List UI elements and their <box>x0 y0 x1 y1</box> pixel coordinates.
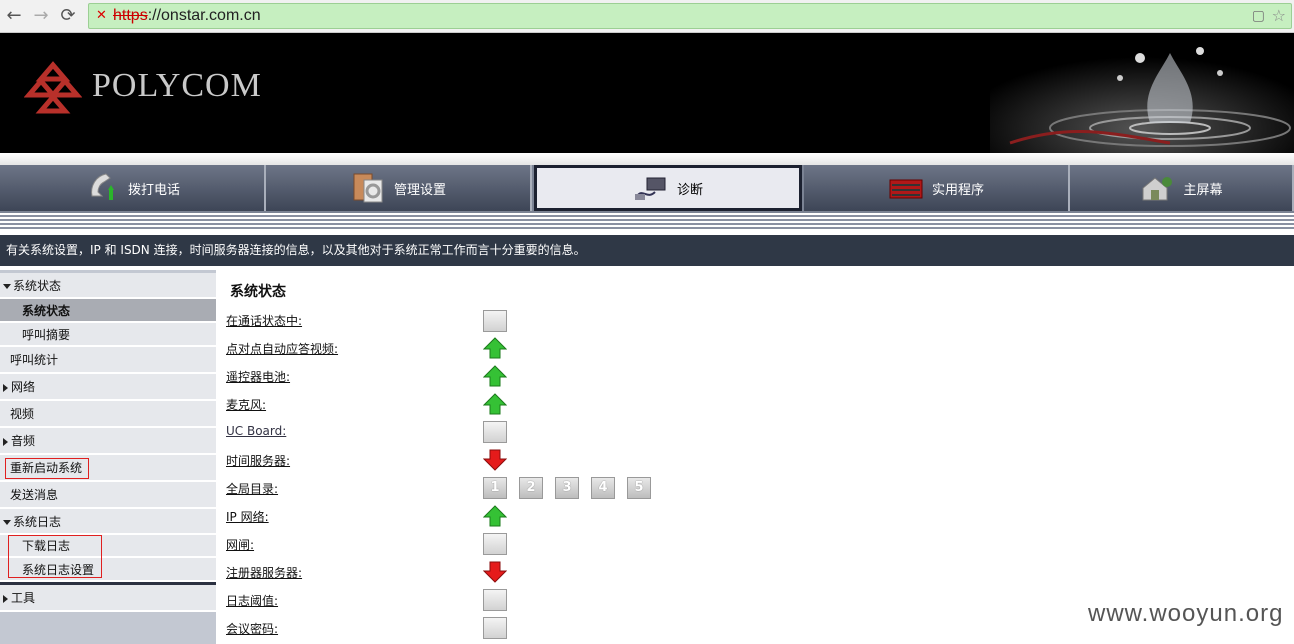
directory-server-3: 3 <box>555 477 579 499</box>
collapsed-arrow-icon <box>3 383 8 392</box>
collapsed-arrow-icon <box>3 437 8 446</box>
tab-utilities[interactable]: 实用程序 <box>804 165 1070 211</box>
tab-label: 拨打电话 <box>127 182 180 198</box>
sidebar-group-system-log[interactable]: 系统日志 <box>0 509 216 535</box>
tab-place-call[interactable]: 拨打电话 <box>0 165 266 211</box>
main-content <box>216 270 1294 644</box>
banner-divider <box>0 153 1294 165</box>
sidebar-item-label: 呼叫摘要 <box>22 328 71 342</box>
url-text[interactable]: https://onstar.com.cn <box>113 7 261 25</box>
tab-label: 诊断 <box>676 182 703 198</box>
sidebar-item-call-statistics[interactable]: 呼叫统计 <box>0 347 216 374</box>
tab-label: 管理设置 <box>393 182 446 198</box>
status-label-uc-board[interactable]: UC Board: <box>226 424 286 438</box>
directory-server-5: 5 <box>627 477 651 499</box>
utilities-icon <box>889 179 923 199</box>
status-label-registrar[interactable]: 注册器服务器: <box>226 564 302 581</box>
sidebar-group-system-status[interactable]: 系统状态 <box>0 273 216 299</box>
sidebar-item-label: 网络 <box>11 380 36 394</box>
phone-icon <box>91 173 114 200</box>
sidebar-item-call-summary[interactable]: 呼叫摘要 <box>0 323 216 347</box>
sidebar-item-label: 系统状态 <box>13 279 62 293</box>
banner: POLYCOM <box>0 33 1294 153</box>
status-neutral-icon <box>483 310 507 332</box>
diagnostics-icon <box>634 177 666 200</box>
status-label-remote-battery[interactable]: 遥控器电池: <box>226 368 290 385</box>
sidebar-item-send-message[interactable]: 发送消息 <box>0 482 216 509</box>
status-up-arrow-icon <box>483 365 507 387</box>
status-neutral-icon <box>483 617 507 639</box>
directory-server-2: 2 <box>519 477 543 499</box>
settings-icon <box>353 173 383 203</box>
address-bar[interactable]: ✕ https://onstar.com.cn ▢ ☆ <box>88 3 1292 29</box>
status-label-ip-network[interactable]: IP 网络: <box>226 508 269 525</box>
main-nav: 拨打电话 管理设置 诊断 实用程序 主屏幕 <box>0 165 1294 213</box>
sidebar-group-audio[interactable]: 音频 <box>0 428 216 455</box>
status-label-in-call[interactable]: 在通话状态中: <box>226 312 302 329</box>
tab-label: 实用程序 <box>931 182 984 198</box>
status-label-global-directory[interactable]: 全局目录: <box>226 480 278 497</box>
collapsed-arrow-icon <box>3 594 8 603</box>
directory-server-1: 1 <box>483 477 507 499</box>
tab-home-screen[interactable]: 主屏幕 <box>1070 165 1294 211</box>
directory-server-4: 4 <box>591 477 615 499</box>
insecure-lock-icon[interactable]: ✕ <box>96 8 107 23</box>
water-splash-image <box>990 33 1294 153</box>
status-neutral-icon <box>483 421 507 443</box>
status-label-time-server[interactable]: 时间服务器: <box>226 452 290 469</box>
expanded-arrow-icon <box>3 520 11 525</box>
tab-admin-settings[interactable]: 管理设置 <box>266 165 532 211</box>
status-down-arrow-icon <box>483 449 507 471</box>
sidebar-item-label: 视频 <box>10 407 35 421</box>
sidebar-item-label: 工具 <box>11 591 36 605</box>
status-label-meeting-password[interactable]: 会议密码: <box>226 620 278 637</box>
forward-icon[interactable]: → <box>30 5 52 27</box>
status-label-auto-answer[interactable]: 点对点自动应答视频: <box>226 340 338 357</box>
sidebar-group-network[interactable]: 网络 <box>0 374 216 401</box>
nav-stripes <box>0 213 1294 231</box>
expanded-arrow-icon <box>3 284 11 289</box>
sidebar-item-system-status[interactable]: 系统状态 <box>0 299 216 323</box>
status-label-microphone[interactable]: 麦克风: <box>226 396 266 413</box>
url-host: ://onstar.com.cn <box>147 7 261 24</box>
status-label-log-threshold[interactable]: 日志阈值: <box>226 592 278 609</box>
watermark: www.wooyun.org <box>1088 600 1284 627</box>
highlight-box <box>8 535 102 578</box>
page-action-icon[interactable]: ▢ <box>1252 8 1265 24</box>
page-title: 系统状态 <box>230 284 286 300</box>
status-label-gatekeeper[interactable]: 网闸: <box>226 536 254 553</box>
status-up-arrow-icon <box>483 337 507 359</box>
bookmark-star-icon[interactable]: ☆ <box>1272 6 1286 25</box>
polycom-logo-icon <box>24 61 82 114</box>
status-neutral-icon <box>483 589 507 611</box>
reload-icon[interactable]: ⟳ <box>57 5 79 27</box>
brand-name: POLYCOM <box>92 67 262 104</box>
back-icon[interactable]: ← <box>3 5 25 27</box>
sidebar-item-label: 系统状态 <box>22 304 71 318</box>
highlight-box <box>5 458 89 479</box>
tab-label: 主屏幕 <box>1183 182 1223 198</box>
page-description: 有关系统设置，IP 和 ISDN 连接，时间服务器连接的信息，以及其他对于系统正… <box>0 235 1294 266</box>
tab-diagnostics[interactable]: 诊断 <box>534 165 802 211</box>
status-up-arrow-icon <box>483 505 507 527</box>
sidebar-item-label: 音频 <box>11 434 36 448</box>
url-scheme: https <box>113 7 148 24</box>
sidebar-item-video[interactable]: 视频 <box>0 401 216 428</box>
status-neutral-icon <box>483 533 507 555</box>
sidebar-group-tools[interactable]: 工具 <box>0 585 216 612</box>
sidebar-item-label: 系统日志 <box>13 515 62 529</box>
sidebar-item-label: 发送消息 <box>10 488 59 502</box>
home-screen-icon <box>1142 177 1173 201</box>
sidebar-item-label: 呼叫统计 <box>10 353 59 367</box>
browser-toolbar: ← → ⟳ ✕ https://onstar.com.cn ▢ ☆ <box>0 0 1294 33</box>
status-up-arrow-icon <box>483 393 507 415</box>
status-down-arrow-icon <box>483 561 507 583</box>
